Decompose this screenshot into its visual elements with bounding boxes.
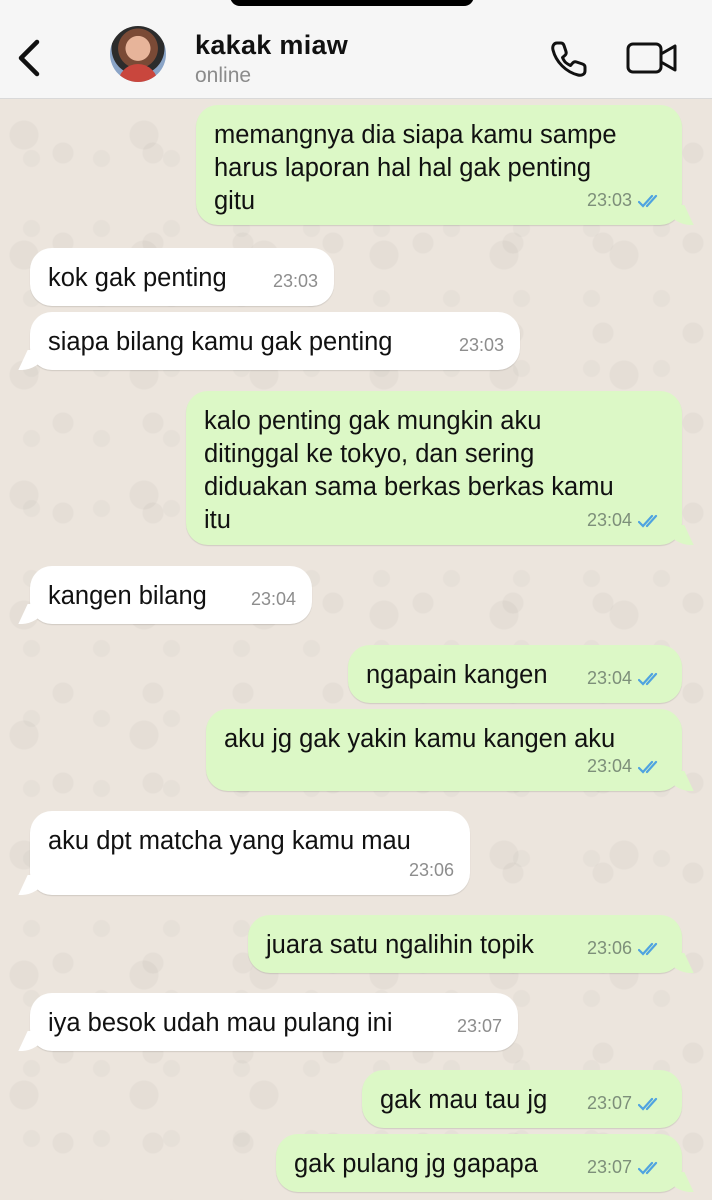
message-time: 23:03 <box>586 190 632 210</box>
device-notch <box>230 0 474 6</box>
message-time: 23:04 <box>586 756 632 776</box>
chevron-left-icon[interactable] <box>12 36 48 80</box>
message-time: 23:03 <box>458 335 504 355</box>
avatar[interactable] <box>110 26 166 82</box>
message-meta: 23:06 <box>587 932 666 965</box>
message-time: 23:07 <box>456 1016 502 1036</box>
message-incoming[interactable]: kangen bilang 23:04 <box>30 566 312 624</box>
double-check-icon <box>638 1097 658 1111</box>
message-outgoing[interactable]: memangnya dia siapa kamu sampe harus lap… <box>196 105 682 225</box>
message-time: 23:03 <box>272 271 318 291</box>
double-check-icon <box>638 194 658 208</box>
phone-icon[interactable] <box>548 38 590 80</box>
message-text: aku dpt matcha yang kamu mau <box>48 827 411 855</box>
chat-header: kakak miaw online <box>0 0 712 99</box>
message-meta: 23:07 <box>587 1151 666 1184</box>
message-incoming[interactable]: siapa bilang kamu gak penting 23:03 <box>30 312 520 370</box>
contact-name[interactable]: kakak miaw <box>195 30 348 61</box>
message-time: 23:06 <box>586 938 632 958</box>
video-camera-icon[interactable] <box>626 40 678 76</box>
message-time: 23:04 <box>250 589 296 609</box>
message-outgoing[interactable]: juara satu ngalihin topik 23:06 <box>248 915 682 973</box>
message-time: 23:07 <box>586 1157 632 1177</box>
message-meta: 23:03 <box>587 184 666 217</box>
avatar-shirt <box>118 64 158 82</box>
chat-area[interactable]: memangnya dia siapa kamu sampe harus lap… <box>0 99 712 1200</box>
message-meta: 23:04 <box>587 750 666 783</box>
message-meta: 23:03 <box>273 265 318 298</box>
double-check-icon <box>638 514 658 528</box>
message-text: iya besok udah mau pulang ini <box>48 1009 393 1037</box>
message-time: 23:04 <box>586 668 632 688</box>
message-meta: 23:06 <box>409 854 454 887</box>
message-outgoing[interactable]: kalo penting gak mungkin aku ditinggal k… <box>186 391 682 545</box>
message-meta: 23:07 <box>457 1010 502 1043</box>
message-meta: 23:04 <box>587 504 666 537</box>
message-meta: 23:03 <box>459 329 504 362</box>
message-incoming[interactable]: kok gak penting 23:03 <box>30 248 334 306</box>
message-time: 23:04 <box>586 510 632 530</box>
message-outgoing[interactable]: gak mau tau jg 23:07 <box>362 1070 682 1128</box>
message-text: siapa bilang kamu gak penting <box>48 328 393 356</box>
message-meta: 23:07 <box>587 1087 666 1120</box>
double-check-icon <box>638 942 658 956</box>
message-incoming[interactable]: iya besok udah mau pulang ini 23:07 <box>30 993 518 1051</box>
message-time: 23:07 <box>586 1093 632 1113</box>
message-time: 23:06 <box>408 860 454 880</box>
message-meta: 23:04 <box>251 583 296 616</box>
double-check-icon <box>638 1161 658 1175</box>
message-outgoing[interactable]: ngapain kangen 23:04 <box>348 645 682 703</box>
double-check-icon <box>638 760 658 774</box>
message-meta: 23:04 <box>587 662 666 695</box>
message-incoming[interactable]: aku dpt matcha yang kamu mau 23:06 <box>30 811 470 895</box>
message-outgoing[interactable]: aku jg gak yakin kamu kangen aku 23:04 <box>206 709 682 791</box>
message-outgoing[interactable]: gak pulang jg gapapa 23:07 <box>276 1134 682 1192</box>
double-check-icon <box>638 672 658 686</box>
contact-status: online <box>195 64 252 87</box>
